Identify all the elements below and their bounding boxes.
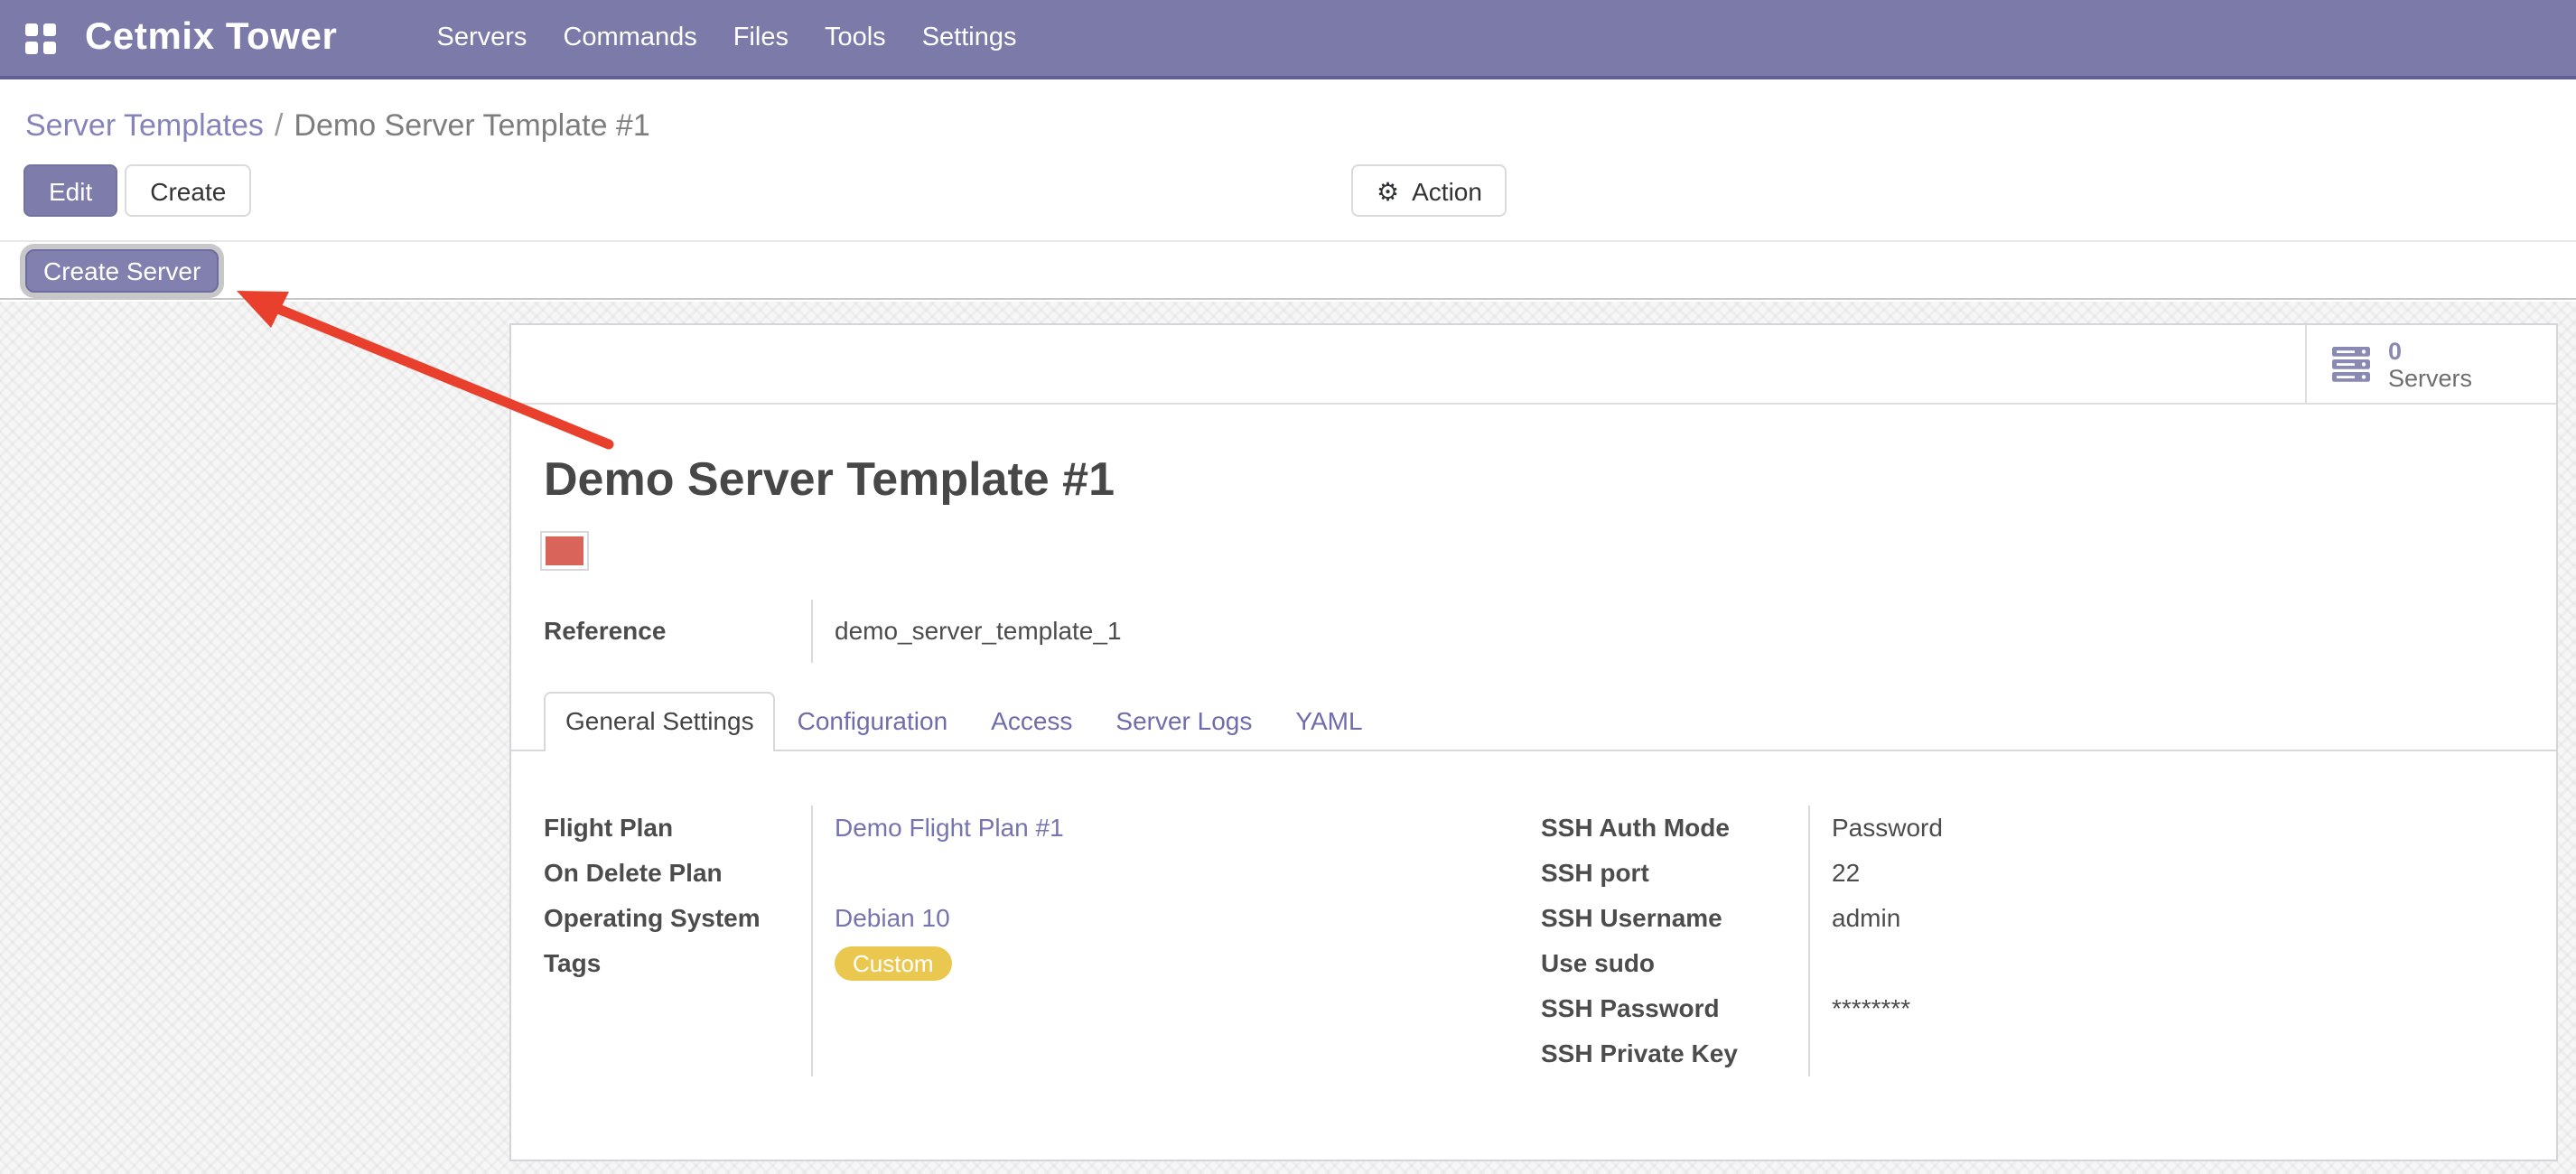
field-row-flight-plan: Flight Plan Demo Flight Plan #1 <box>544 806 1519 851</box>
breadcrumb-separator: / <box>264 108 294 143</box>
gear-icon: ⚙ <box>1377 178 1399 203</box>
servers-count: 0 <box>2388 337 2472 364</box>
menu-item-servers[interactable]: Servers <box>419 0 546 78</box>
operating-system-label: Operating System <box>544 896 811 941</box>
create-button[interactable]: Create <box>125 164 251 217</box>
reference-label: Reference <box>544 600 811 663</box>
apps-grid-icon[interactable] <box>25 23 56 53</box>
field-row-on-delete-plan: On Delete Plan <box>544 851 1519 896</box>
use-sudo-label: Use sudo <box>1541 941 1808 986</box>
ssh-username-value: admin <box>1808 896 1900 941</box>
tag-custom[interactable]: Custom <box>835 946 952 981</box>
field-group-right: SSH Auth Mode Password SSH port 22 SSH U… <box>1541 806 2525 1076</box>
tags-label: Tags <box>544 941 811 986</box>
menu-item-settings[interactable]: Settings <box>904 0 1035 78</box>
field-separator <box>1808 806 1810 1076</box>
field-row-ssh-password: SSH Password ******** <box>1541 986 2525 1031</box>
ssh-password-label: SSH Password <box>1541 986 1808 1031</box>
color-swatch[interactable] <box>540 531 589 571</box>
record-title: Demo Server Template #1 <box>544 452 1115 508</box>
breadcrumb-current: Demo Server Template #1 <box>294 108 649 143</box>
create-server-button[interactable]: Create Server <box>25 248 219 292</box>
tab-configuration[interactable]: Configuration <box>776 694 970 750</box>
button-box <box>511 325 2556 405</box>
tab-yaml[interactable]: YAML <box>1274 694 1384 750</box>
field-separator <box>811 806 813 1076</box>
field-row-ssh-port: SSH port 22 <box>1541 851 2525 896</box>
field-row-operating-system: Operating System Debian 10 <box>544 896 1519 941</box>
menu-item-tools[interactable]: Tools <box>807 0 904 78</box>
edit-button[interactable]: Edit <box>23 164 117 217</box>
servers-label: Servers <box>2388 364 2472 391</box>
brand-title[interactable]: Cetmix Tower <box>85 16 338 60</box>
operating-system-link[interactable]: Debian 10 <box>835 903 950 932</box>
ssh-private-key-label: SSH Private Key <box>1541 1031 1808 1076</box>
notebook-tabs: General Settings Configuration Access Se… <box>511 692 2556 751</box>
field-group-left: Flight Plan Demo Flight Plan #1 On Delet… <box>544 806 1519 1076</box>
color-swatch-red <box>546 536 583 565</box>
on-delete-plan-label: On Delete Plan <box>544 851 811 896</box>
field-separator <box>811 600 813 663</box>
field-row-ssh-username: SSH Username admin <box>1541 896 2525 941</box>
menu-item-commands[interactable]: Commands <box>545 0 714 78</box>
tab-general-settings[interactable]: General Settings <box>544 692 776 751</box>
form-buttons: Edit Create <box>23 164 251 217</box>
server-stack-icon <box>2332 346 2372 382</box>
tab-server-logs[interactable]: Server Logs <box>1094 694 1274 750</box>
flight-plan-label: Flight Plan <box>544 806 811 851</box>
field-row-use-sudo: Use sudo <box>1541 941 2525 986</box>
tab-access[interactable]: Access <box>969 694 1094 750</box>
ssh-username-label: SSH Username <box>1541 896 1808 941</box>
ssh-auth-mode-value: Password <box>1808 806 1943 851</box>
reference-field: Reference demo_server_template_1 <box>544 600 1555 663</box>
main-menu: Servers Commands Files Tools Settings <box>419 0 1035 78</box>
field-row-ssh-auth-mode: SSH Auth Mode Password <box>1541 806 2525 851</box>
ssh-port-value: 22 <box>1808 851 1860 896</box>
ssh-auth-mode-label: SSH Auth Mode <box>1541 806 1808 851</box>
breadcrumb: Server Templates/Demo Server Template #1 <box>25 105 650 148</box>
statusbar: Create Server <box>0 240 2576 300</box>
page: Cetmix Tower Servers Commands Files Tool… <box>0 0 2576 1174</box>
action-button[interactable]: ⚙ Action <box>1351 164 1507 217</box>
breadcrumb-parent-link[interactable]: Server Templates <box>25 108 264 143</box>
reference-value: demo_server_template_1 <box>811 600 1122 663</box>
ssh-password-value: ******** <box>1808 986 1910 1031</box>
ssh-port-label: SSH port <box>1541 851 1808 896</box>
servers-stat-button[interactable]: 0 Servers <box>2305 325 2556 403</box>
menu-item-files[interactable]: Files <box>715 0 807 78</box>
action-button-label: Action <box>1412 176 1482 205</box>
top-navbar: Cetmix Tower Servers Commands Files Tool… <box>0 0 2576 79</box>
form-sheet: 0 Servers Demo Server Template #1 Refere… <box>509 323 2558 1161</box>
field-row-ssh-private-key: SSH Private Key <box>1541 1031 2525 1076</box>
field-row-tags: Tags Custom <box>544 941 1519 986</box>
flight-plan-link[interactable]: Demo Flight Plan #1 <box>835 813 1064 842</box>
